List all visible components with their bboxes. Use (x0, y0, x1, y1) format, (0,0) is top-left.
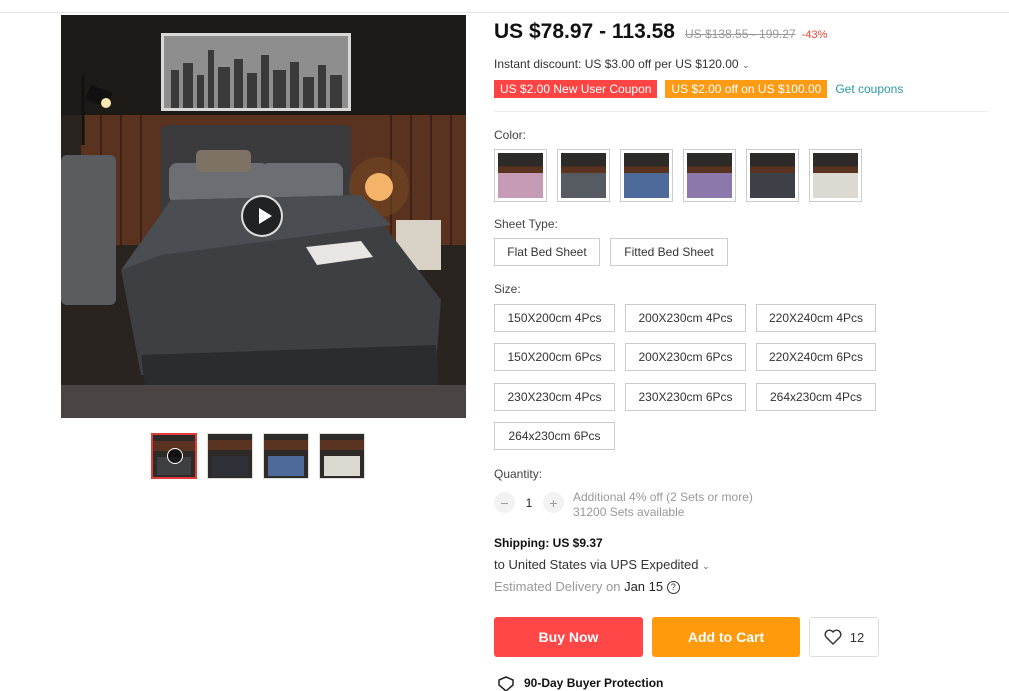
chevron-down-icon: ⌄ (702, 561, 710, 571)
thumbnail-image[interactable] (207, 433, 253, 479)
delivery-label: Estimated Delivery on (494, 579, 621, 594)
original-price: US $138.55 - 199.27 (684, 27, 796, 41)
quantity-info: Additional 4% off (2 Sets or more) 31200… (573, 490, 753, 520)
buy-now-button[interactable]: Buy Now (494, 617, 643, 657)
wishlist-button[interactable]: 12 (809, 617, 879, 657)
size-option[interactable]: 220X240cm 4Pcs (756, 304, 876, 332)
play-video-button[interactable] (241, 195, 283, 237)
sheet-type-label: Sheet Type: (494, 217, 558, 231)
buyer-protection-text: 90-Day Buyer Protection (524, 676, 664, 690)
size-option[interactable]: 200X230cm 4Pcs (625, 304, 746, 332)
add-to-cart-button[interactable]: Add to Cart (652, 617, 800, 657)
quantity-label: Quantity: (494, 467, 543, 481)
color-swatch-pink[interactable] (494, 149, 547, 202)
coupon-row: US $2.00 New User Coupon US $2.00 off on… (494, 80, 903, 98)
get-coupons-link[interactable]: Get coupons (835, 82, 903, 96)
divider (494, 111, 988, 112)
swatch-image (750, 153, 795, 198)
top-bar (0, 0, 1009, 13)
thumbnail-video[interactable] (151, 433, 197, 479)
instant-discount-text: Instant discount: US $3.00 off per US $1… (494, 57, 739, 71)
discount-badge: -43% (801, 29, 828, 41)
thumbnail-image[interactable] (319, 433, 365, 479)
size-option[interactable]: 150X200cm 6Pcs (494, 343, 615, 371)
image-thumbnails (151, 433, 365, 479)
swatch-image (561, 153, 606, 198)
quantity-value[interactable]: 1 (515, 496, 543, 510)
color-label: Color: (494, 128, 527, 142)
delivery-date: Jan 15 (624, 579, 664, 594)
swatch-image (624, 153, 669, 198)
sheet-option-fitted[interactable]: Fitted Bed Sheet (610, 238, 728, 266)
question-circle-icon[interactable]: ? (666, 581, 680, 595)
color-swatch-purple[interactable] (683, 149, 736, 202)
quantity-increase-button[interactable]: + (543, 492, 564, 513)
swatch-image (498, 153, 543, 198)
instant-discount[interactable]: Instant discount: US $3.00 off per US $1… (494, 57, 750, 71)
color-swatch-dark-gray[interactable] (746, 149, 799, 202)
quantity-decrease-button[interactable]: − (494, 492, 515, 513)
size-option[interactable]: 264x230cm 6Pcs (494, 422, 615, 450)
size-option[interactable]: 230X230cm 6Pcs (625, 383, 746, 411)
heart-icon (824, 629, 842, 645)
spend-coupon[interactable]: US $2.00 off on US $100.00 (665, 80, 828, 98)
color-swatch-white[interactable] (809, 149, 862, 202)
color-swatches (494, 149, 862, 202)
estimated-delivery: Estimated Delivery on Jan 15 ? (494, 579, 680, 595)
swatch-image (687, 153, 732, 198)
bulk-offer-text: Additional 4% off (2 Sets or more) (573, 490, 753, 504)
color-swatch-blue[interactable] (620, 149, 673, 202)
new-user-coupon[interactable]: US $2.00 New User Coupon (494, 80, 658, 98)
chevron-down-icon: ⌄ (741, 60, 750, 70)
size-option[interactable]: 230X230cm 4Pcs (494, 383, 615, 411)
size-option[interactable]: 220X240cm 6Pcs (756, 343, 876, 371)
size-option[interactable]: 264x230cm 4Pcs (756, 383, 876, 411)
price-block: US $78.97 - 113.58 US $138.55 - 199.27 -… (494, 20, 827, 44)
size-option[interactable]: 150X200cm 4Pcs (494, 304, 615, 332)
color-swatch-gray[interactable] (557, 149, 610, 202)
play-icon (167, 448, 183, 464)
shipping-cost: Shipping: US $9.37 (494, 536, 603, 550)
swatch-image (813, 153, 858, 198)
buyer-protection[interactable]: 90-Day Buyer Protection (497, 675, 663, 691)
size-option[interactable]: 200X230cm 6Pcs (625, 343, 746, 371)
main-product-image[interactable] (61, 15, 466, 418)
stock-available: 31200 Sets available (573, 505, 685, 519)
shield-icon (498, 676, 514, 691)
size-label: Size: (494, 282, 521, 296)
current-price: US $78.97 - 113.58 (494, 20, 675, 43)
thumbnail-image[interactable] (263, 433, 309, 479)
quantity-stepper: − 1 + (494, 492, 564, 513)
wishlist-count: 12 (849, 629, 865, 645)
sheet-option-flat[interactable]: Flat Bed Sheet (494, 238, 600, 266)
shipping-route: to United States via UPS Expedited (494, 557, 699, 572)
shipping-method[interactable]: to United States via UPS Expedited ⌄ (494, 557, 710, 572)
